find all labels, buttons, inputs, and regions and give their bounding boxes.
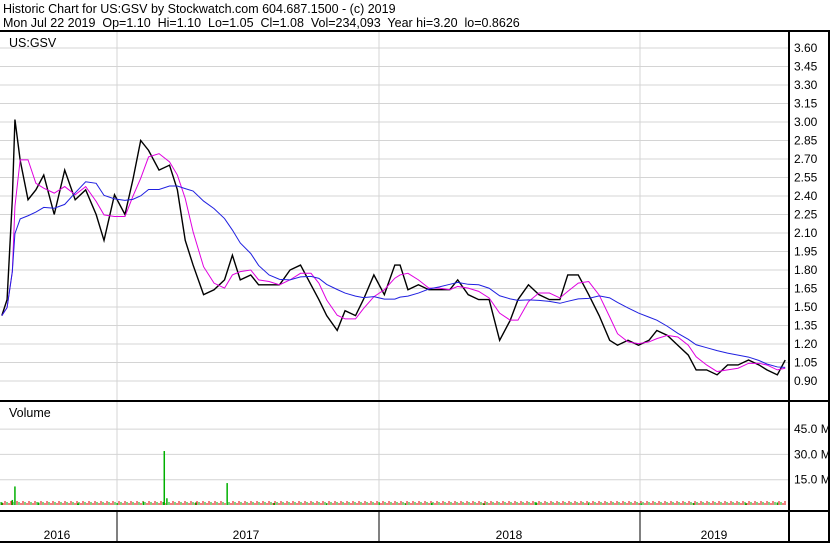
price-lines <box>1 119 786 376</box>
price-tick-label: 2.55 <box>794 171 818 185</box>
price-tick-label: 3.15 <box>794 97 818 111</box>
price-tick-label: 1.80 <box>794 263 818 277</box>
price-tick-label: 3.00 <box>794 115 818 129</box>
price-tick-label: 2.40 <box>794 189 818 203</box>
grid <box>0 32 788 510</box>
axis-labels: 3.60 3.45 3.30 3.15 3.00 2.85 2.70 2.55 2.40 2.25… <box>44 41 830 542</box>
chart-title: Historic Chart for US:GSV by Stockwatch.… <box>3 2 396 16</box>
price-tick-label: 2.70 <box>794 152 818 166</box>
price-tick-label: 1.05 <box>794 356 818 370</box>
price-tick-label: 1.95 <box>794 245 818 259</box>
price-tick-label: 3.45 <box>794 60 818 74</box>
quote-summary: Mon Jul 22 2019 Op=1.10 Hi=1.10 Lo=1.05 … <box>3 16 520 30</box>
volume-tick-label: 15.0 M <box>794 473 830 487</box>
volume-bars <box>0 451 786 505</box>
volume-tick-label: 30.0 M <box>794 447 830 461</box>
year-label: 2018 <box>496 528 523 542</box>
price-tick-label: 3.30 <box>794 78 818 92</box>
volume-label: Volume <box>9 406 51 420</box>
moving-average-line <box>1 153 786 373</box>
year-label: 2019 <box>701 528 728 542</box>
price-tick-label: 1.50 <box>794 300 818 314</box>
price-tick-label: 2.10 <box>794 226 818 240</box>
moving-average-line <box>1 181 786 368</box>
price-tick-label: 0.90 <box>794 374 818 388</box>
year-label: 2016 <box>44 528 71 542</box>
year-label: 2017 <box>233 528 260 542</box>
symbol-label: US:GSV <box>9 36 57 50</box>
price-tick-label: 3.60 <box>794 41 818 55</box>
price-tick-label: 1.65 <box>794 282 818 296</box>
price-tick-label: 1.20 <box>794 337 818 351</box>
volume-tick-label: 45.0 M <box>794 422 830 436</box>
price-tick-label: 2.85 <box>794 134 818 148</box>
stock-chart: 3.60 3.45 3.30 3.15 3.00 2.85 2.70 2.55 2.40 2.25… <box>0 30 830 543</box>
price-tick-label: 2.25 <box>794 208 818 222</box>
price-tick-label: 1.35 <box>794 319 818 333</box>
price-line <box>1 119 786 376</box>
